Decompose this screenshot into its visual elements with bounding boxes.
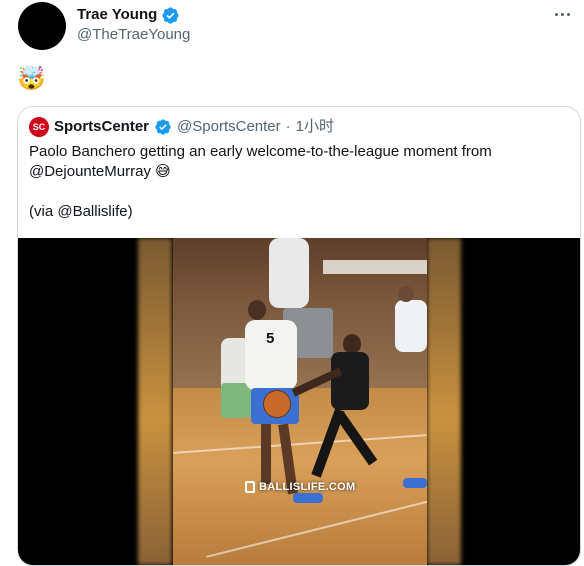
basketball [263,390,291,418]
author-avatar[interactable] [18,2,66,50]
player-leg [261,424,271,484]
scorer-table [323,260,427,274]
seated-person [395,300,427,352]
court-floor [173,388,427,565]
sneaker [293,493,323,503]
watermark-text: BALLISLIFE.COM [259,481,356,493]
video-frame: 5 BALLISLIFE.COM [173,238,427,565]
sneaker [403,478,427,488]
quoted-header: SC SportsCenter @SportsCenter · 1小时 [29,117,334,137]
separator-dot: · [285,118,291,135]
quoted-tweet[interactable]: SC SportsCenter @SportsCenter · 1小时 Paol… [17,106,581,566]
jersey-number: 5 [266,330,275,347]
more-options-icon[interactable] [548,2,576,26]
quoted-timestamp[interactable]: 1小时 [296,117,334,137]
green-shorts [221,383,251,418]
seated-person-head [398,286,414,302]
tweet-text: 🤯 [17,65,46,91]
video-blur-left [138,238,172,565]
ballislife-watermark: BALLISLIFE.COM [245,481,355,493]
video-player[interactable]: 5 BALLISLIFE.COM [18,238,580,565]
defender-head [343,334,361,354]
video-blur-right [427,238,461,565]
background-player [269,238,309,308]
ballislife-logo-icon [245,481,255,493]
player-head [248,300,266,320]
verified-badge-icon [154,118,172,136]
quoted-author-name[interactable]: SportsCenter [54,117,149,137]
author-name-row: Trae Young [77,5,180,25]
verified-badge-icon [161,6,180,25]
defender-jersey [331,352,369,410]
quoted-author-handle[interactable]: @SportsCenter [177,117,281,137]
quoted-text: Paolo Banchero getting an early welcome-… [29,143,492,220]
author-handle[interactable]: @TheTraeYoung [77,25,190,45]
author-name[interactable]: Trae Young [77,5,157,25]
sportscenter-logo[interactable]: SC [29,117,49,137]
